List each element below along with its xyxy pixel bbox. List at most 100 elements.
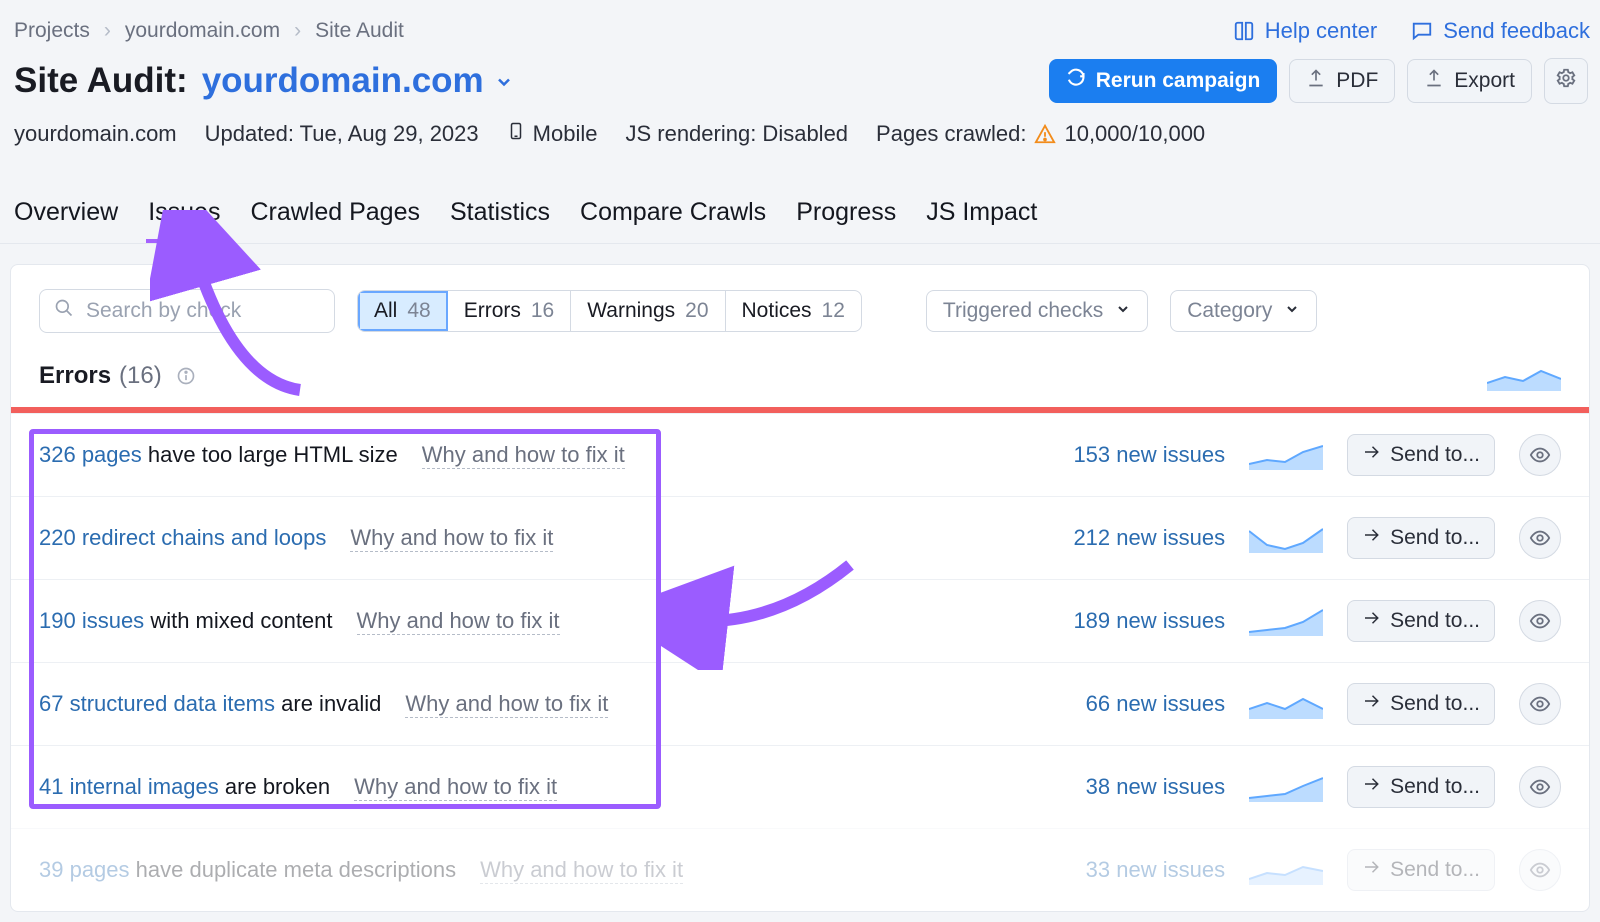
upload-icon bbox=[1306, 68, 1326, 94]
crumb-site-audit[interactable]: Site Audit bbox=[315, 19, 404, 43]
tab-overview[interactable]: Overview bbox=[12, 198, 120, 243]
chevron-down-icon bbox=[1115, 299, 1131, 323]
chevron-right-icon: › bbox=[294, 19, 301, 43]
new-issues-link[interactable]: 33 new issues bbox=[1086, 857, 1225, 883]
tab-js-impact[interactable]: JS Impact bbox=[924, 198, 1039, 243]
crumb-domain[interactable]: yourdomain.com bbox=[125, 19, 280, 43]
export-button[interactable]: Export bbox=[1407, 59, 1532, 103]
meta-updated: Updated: Tue, Aug 29, 2023 bbox=[205, 121, 479, 147]
filter-errors[interactable]: Errors 16 bbox=[448, 291, 572, 331]
tab-compare-crawls[interactable]: Compare Crawls bbox=[578, 198, 768, 243]
share-icon bbox=[1362, 609, 1380, 633]
hide-button[interactable] bbox=[1519, 434, 1561, 476]
meta-crawled-label: Pages crawled: bbox=[876, 121, 1026, 147]
why-and-how-link[interactable]: Why and how to fix it bbox=[350, 525, 553, 552]
send-to-button[interactable]: Send to... bbox=[1347, 600, 1495, 642]
why-and-how-link[interactable]: Why and how to fix it bbox=[422, 442, 625, 469]
project-selector[interactable]: yourdomain.com bbox=[202, 61, 514, 101]
issue-row: 220 redirect chains and loops Why and ho… bbox=[11, 496, 1589, 579]
issues-panel: All 48 Errors 16 Warnings 20 Notices 12 … bbox=[10, 264, 1590, 912]
why-and-how-link[interactable]: Why and how to fix it bbox=[354, 774, 557, 801]
category-dropdown[interactable]: Category bbox=[1170, 290, 1317, 332]
search-input[interactable] bbox=[84, 298, 359, 324]
tab-issues[interactable]: Issues bbox=[146, 198, 222, 243]
pdf-label: PDF bbox=[1336, 69, 1378, 93]
send-to-label: Send to... bbox=[1390, 692, 1480, 716]
settings-button[interactable] bbox=[1544, 58, 1588, 104]
send-to-label: Send to... bbox=[1390, 775, 1480, 799]
issue-link[interactable]: 41 internal images bbox=[39, 774, 219, 799]
tab-progress[interactable]: Progress bbox=[794, 198, 898, 243]
issue-link[interactable]: 326 pages bbox=[39, 442, 142, 467]
send-to-label: Send to... bbox=[1390, 609, 1480, 633]
why-and-how-link[interactable]: Why and how to fix it bbox=[357, 608, 560, 635]
triggered-checks-label: Triggered checks bbox=[943, 299, 1103, 323]
why-and-how-link[interactable]: Why and how to fix it bbox=[405, 691, 608, 718]
triggered-checks-dropdown[interactable]: Triggered checks bbox=[926, 290, 1148, 332]
hide-button[interactable] bbox=[1519, 849, 1561, 891]
pdf-button[interactable]: PDF bbox=[1289, 59, 1395, 103]
filter-notices[interactable]: Notices 12 bbox=[726, 291, 861, 331]
feedback-icon bbox=[1411, 20, 1433, 42]
filter-all-label: All bbox=[374, 299, 397, 323]
meta-domain: yourdomain.com bbox=[14, 121, 177, 147]
issue-link[interactable]: 67 structured data items bbox=[39, 691, 275, 716]
filter-notices-label: Notices bbox=[742, 299, 812, 323]
export-label: Export bbox=[1454, 69, 1515, 93]
send-to-button[interactable]: Send to... bbox=[1347, 849, 1495, 891]
sparkline-icon bbox=[1249, 606, 1323, 636]
sparkline-icon bbox=[1249, 523, 1323, 553]
new-issues-link[interactable]: 38 new issues bbox=[1086, 774, 1225, 800]
search-input-wrap[interactable] bbox=[39, 289, 335, 333]
share-icon bbox=[1362, 858, 1380, 882]
rerun-campaign-button[interactable]: Rerun campaign bbox=[1049, 59, 1278, 103]
hide-button[interactable] bbox=[1519, 600, 1561, 642]
new-issues-link[interactable]: 212 new issues bbox=[1073, 525, 1225, 551]
issue-text: are broken bbox=[225, 774, 330, 799]
why-and-how-link[interactable]: Why and how to fix it bbox=[480, 857, 683, 884]
hide-button[interactable] bbox=[1519, 766, 1561, 808]
share-icon bbox=[1362, 775, 1380, 799]
send-feedback-label: Send feedback bbox=[1443, 18, 1590, 44]
sparkline-icon bbox=[1249, 440, 1323, 470]
filter-all[interactable]: All 48 bbox=[358, 291, 448, 331]
help-center-link[interactable]: Help center bbox=[1233, 18, 1378, 44]
meta-device-label: Mobile bbox=[533, 121, 598, 147]
mobile-icon bbox=[507, 120, 525, 148]
chevron-down-icon bbox=[1284, 299, 1300, 323]
new-issues-link[interactable]: 189 new issues bbox=[1073, 608, 1225, 634]
sparkline-icon bbox=[1249, 772, 1323, 802]
send-to-button[interactable]: Send to... bbox=[1347, 766, 1495, 808]
info-icon[interactable] bbox=[176, 366, 196, 386]
tab-statistics[interactable]: Statistics bbox=[448, 198, 552, 243]
issue-link[interactable]: 190 issues bbox=[39, 608, 144, 633]
severity-filter: All 48 Errors 16 Warnings 20 Notices 12 bbox=[357, 290, 862, 332]
meta-row: yourdomain.com Updated: Tue, Aug 29, 202… bbox=[0, 110, 1600, 152]
send-to-button[interactable]: Send to... bbox=[1347, 683, 1495, 725]
issue-text: are invalid bbox=[281, 691, 381, 716]
issue-text: have duplicate meta descriptions bbox=[136, 857, 456, 882]
issue-link[interactable]: 39 pages bbox=[39, 857, 130, 882]
chevron-right-icon: › bbox=[104, 19, 111, 43]
meta-crawled-value: 10,000/10,000 bbox=[1064, 121, 1205, 147]
new-issues-link[interactable]: 153 new issues bbox=[1073, 442, 1225, 468]
filter-errors-label: Errors bbox=[464, 299, 521, 323]
refresh-icon bbox=[1066, 68, 1086, 94]
hide-button[interactable] bbox=[1519, 683, 1561, 725]
issue-row: 41 internal images are broken Why and ho… bbox=[11, 745, 1589, 828]
tab-crawled-pages[interactable]: Crawled Pages bbox=[248, 198, 422, 243]
send-feedback-link[interactable]: Send feedback bbox=[1411, 18, 1590, 44]
crumb-projects[interactable]: Projects bbox=[14, 19, 90, 43]
filter-warnings[interactable]: Warnings 20 bbox=[571, 291, 725, 331]
send-to-button[interactable]: Send to... bbox=[1347, 434, 1495, 476]
hide-button[interactable] bbox=[1519, 517, 1561, 559]
filter-all-count: 48 bbox=[407, 299, 430, 323]
category-label: Category bbox=[1187, 299, 1272, 323]
project-domain: yourdomain.com bbox=[202, 61, 484, 101]
chevron-down-icon bbox=[494, 61, 514, 101]
new-issues-link[interactable]: 66 new issues bbox=[1086, 691, 1225, 717]
gear-icon bbox=[1555, 67, 1577, 95]
page-title-prefix: Site Audit: bbox=[14, 61, 188, 101]
issue-link[interactable]: 220 redirect chains and loops bbox=[39, 525, 326, 550]
send-to-button[interactable]: Send to... bbox=[1347, 517, 1495, 559]
